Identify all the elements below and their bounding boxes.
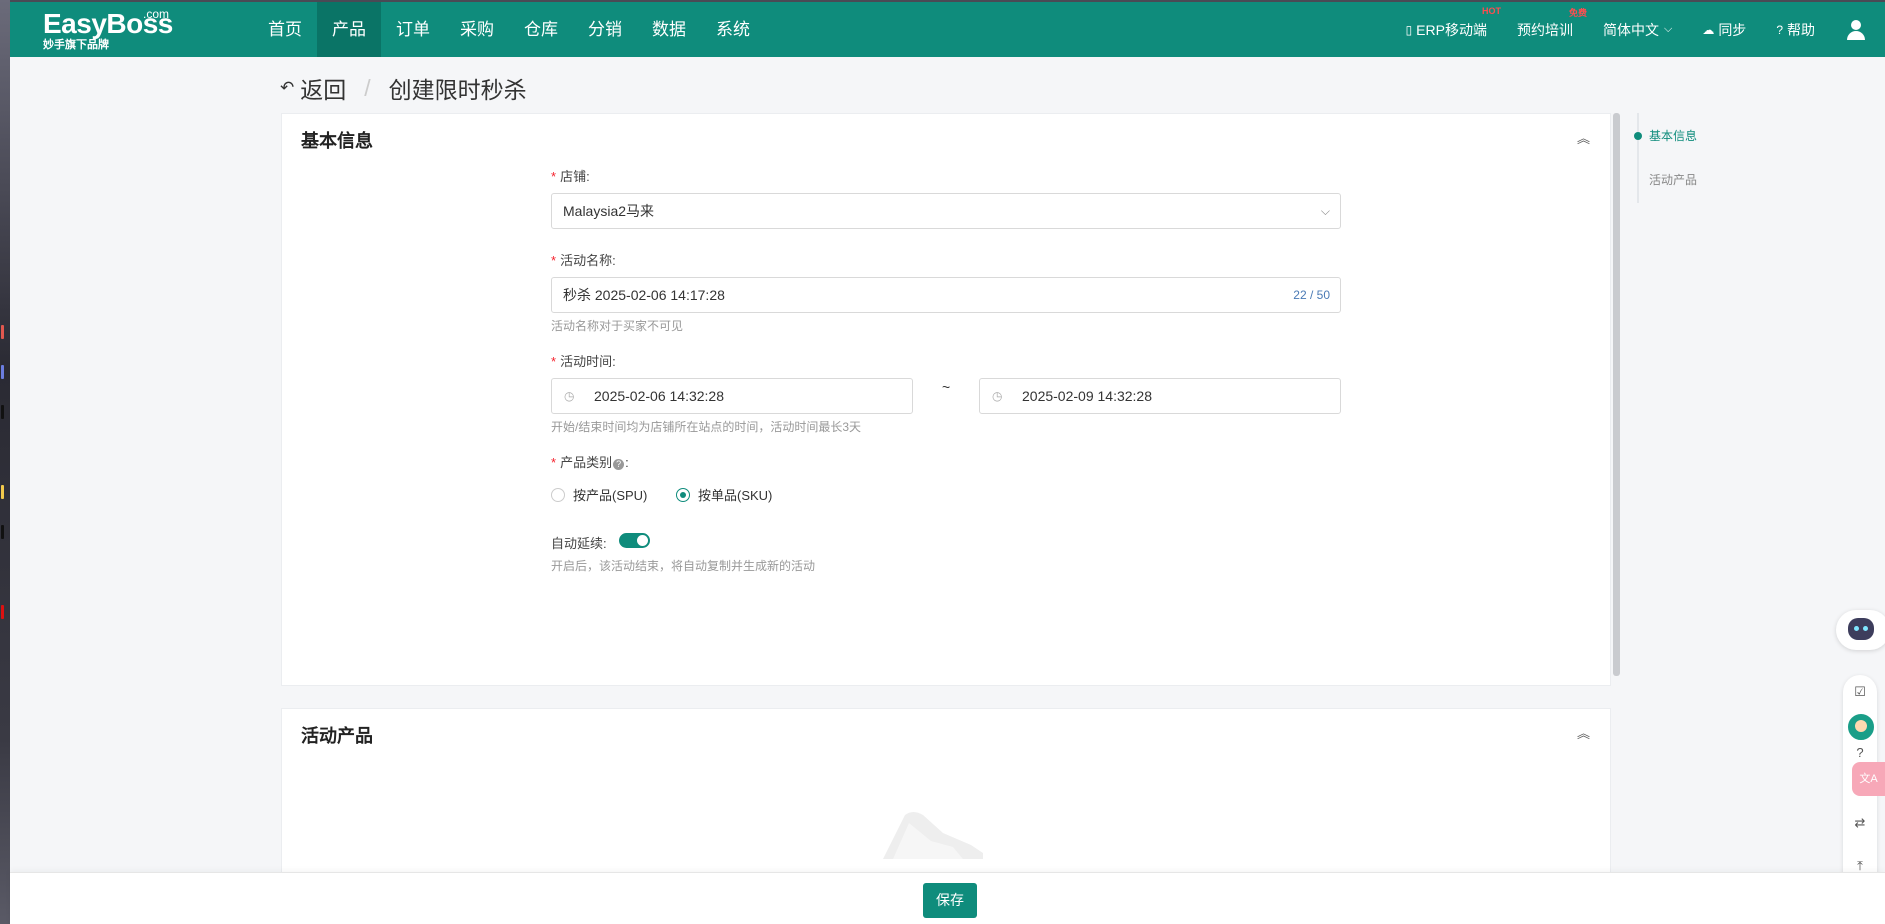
nav-item-warehouse[interactable]: 仓库 (509, 2, 573, 57)
mobile-icon: ▯ (1405, 22, 1413, 37)
activity-name-label: * 活动名称: (551, 253, 616, 268)
brand-tagline: 妙手旗下品牌 (43, 39, 109, 51)
start-time-value: 2025-02-06 14:32:28 (594, 388, 724, 404)
section-title: 基本信息 (301, 131, 373, 151)
breadcrumb-separator: / (364, 74, 371, 101)
shop-value: Malaysia2马来 (563, 203, 655, 219)
page-title: 创建限时秒杀 (388, 77, 527, 103)
cloud-sync-icon: ☁ (1702, 22, 1715, 37)
top-right-actions: ▯ ERP移动端 HOT 预约培训 免费 简体中文 ⌵ ☁ 同步 ? 帮助 (1406, 2, 1885, 57)
activity-products-card: 活动产品 ︽ (281, 708, 1611, 874)
anchor-basic-info[interactable]: 基本信息 (1649, 127, 1697, 144)
checklist-icon[interactable]: ☑ (1843, 684, 1877, 700)
scrollbar[interactable] (1613, 113, 1620, 676)
sync-button[interactable]: ☁ 同步 (1702, 20, 1746, 40)
required-mark: * (551, 169, 557, 184)
activity-time-label: * 活动时间: (551, 354, 616, 369)
nav-item-data[interactable]: 数据 (637, 2, 701, 57)
bottom-action-bar: 保存 (10, 872, 1885, 924)
page-header: ↶ 返回 / 创建限时秒杀 (280, 71, 527, 105)
nav-item-orders[interactable]: 订单 (381, 2, 445, 57)
exchange-icon[interactable]: ⇄ (1843, 815, 1877, 831)
shop-label: * 店铺: (551, 169, 590, 184)
help-doc-icon[interactable]: ? (1843, 745, 1877, 760)
activity-name-value: 秒杀 2025-02-06 14:17:28 (563, 287, 725, 303)
brand-com: .com (143, 7, 170, 21)
activity-name-input[interactable]: 秒杀 2025-02-06 14:17:28 22 / 50 (551, 277, 1341, 313)
basic-info-card: 基本信息 ︽ * 店铺: Malaysia2马来 ⌵ * 活动名称: 秒杀 2025… (281, 113, 1611, 686)
user-avatar-icon[interactable] (1845, 19, 1867, 41)
collapse-up-icon[interactable]: ︽ (1577, 128, 1590, 147)
auto-renew-label: 自动延续: (551, 536, 607, 551)
background-window-strip (0, 0, 10, 924)
chevron-down-icon: ⌵ (1320, 204, 1330, 218)
robot-icon (1848, 618, 1874, 640)
translate-icon[interactable]: 文A (1852, 762, 1885, 796)
nav-item-system[interactable]: 系统 (701, 2, 765, 57)
char-counter: 22 / 50 (1293, 288, 1330, 302)
nav-item-home[interactable]: 首页 (253, 2, 317, 57)
erp-mobile-link[interactable]: ▯ ERP移动端 HOT (1405, 6, 1501, 40)
nav-item-purchase[interactable]: 采购 (445, 2, 509, 57)
brand-logo[interactable]: EasyBoss .com 妙手旗下品牌 (43, 7, 173, 52)
auto-renew-hint: 开启后，该活动结束，将自动复制并生成新的活动 (551, 559, 816, 573)
empty-state-illustration (883, 812, 983, 859)
end-time-picker[interactable]: ◷ 2025-02-09 14:32:28 (979, 378, 1341, 414)
activity-time-hint: 开始/结束时间均为店铺所在站点的时间，活动时间最长3天 (551, 420, 862, 434)
end-time-value: 2025-02-09 14:32:28 (1022, 388, 1152, 404)
nav-item-product[interactable]: 产品 (317, 2, 381, 57)
required-mark: * (551, 253, 557, 268)
radio-spu[interactable]: 按产品(SPU) (551, 485, 647, 504)
collapse-up-icon[interactable]: ︽ (1577, 723, 1590, 742)
ai-assistant-button[interactable] (1836, 610, 1885, 650)
main-nav: 首页 产品 订单 采购 仓库 分销 数据 系统 (253, 2, 765, 57)
radio-spu-label: 按产品(SPU) (573, 488, 648, 503)
radio-sku-label: 按单品(SKU) (698, 488, 773, 503)
required-mark: * (551, 354, 557, 369)
anchor-activity-products[interactable]: 活动产品 (1649, 171, 1697, 188)
anchor-nav: 基本信息 活动产品 (1634, 113, 1697, 203)
radio-circle-selected (676, 487, 690, 502)
section-title: 活动产品 (301, 726, 373, 746)
nav-item-distribution[interactable]: 分销 (573, 2, 637, 57)
hot-badge: HOT (1481, 5, 1501, 16)
training-link[interactable]: 预约培训 免费 (1516, 8, 1587, 40)
shop-select[interactable]: Malaysia2马来 ⌵ (551, 193, 1341, 229)
chevron-down-icon: ⌵ (1663, 23, 1673, 35)
auto-renew-toggle[interactable] (619, 533, 650, 548)
training-label: 预约培训 (1516, 21, 1573, 38)
clock-icon: ◷ (992, 389, 1003, 403)
language-select[interactable]: 简体中文 ⌵ (1603, 20, 1672, 40)
question-icon[interactable]: ? (613, 459, 625, 470)
top-navbar: EasyBoss .com 妙手旗下品牌 首页 产品 订单 采购 仓库 分销 数… (10, 0, 1885, 57)
save-button[interactable]: 保存 (923, 883, 977, 918)
help-label: 帮助 (1787, 21, 1815, 38)
erp-mobile-label: ERP移动端 (1416, 21, 1487, 38)
start-time-picker[interactable]: ◷ 2025-02-06 14:32:28 (551, 378, 913, 414)
time-range-separator: ~ (942, 379, 951, 395)
anchor-active-dot (1634, 132, 1642, 140)
back-link[interactable]: 返回 (300, 71, 346, 105)
undo-icon[interactable]: ↶ (280, 78, 294, 98)
help-button[interactable]: ? 帮助 (1776, 20, 1815, 40)
help-icon: ? (1776, 22, 1783, 37)
sync-label: 同步 (1718, 21, 1747, 38)
clock-icon: ◷ (564, 389, 575, 403)
radio-circle (551, 487, 565, 502)
support-avatar[interactable] (1846, 712, 1876, 742)
radio-sku[interactable]: 按单品(SKU) (676, 485, 772, 504)
free-badge: 免费 (1568, 7, 1587, 18)
required-mark: * (551, 455, 557, 470)
language-label: 简体中文 (1602, 21, 1659, 38)
product-category-label: * 产品类别?: (551, 455, 629, 470)
activity-name-hint: 活动名称对于买家不可见 (551, 319, 684, 333)
